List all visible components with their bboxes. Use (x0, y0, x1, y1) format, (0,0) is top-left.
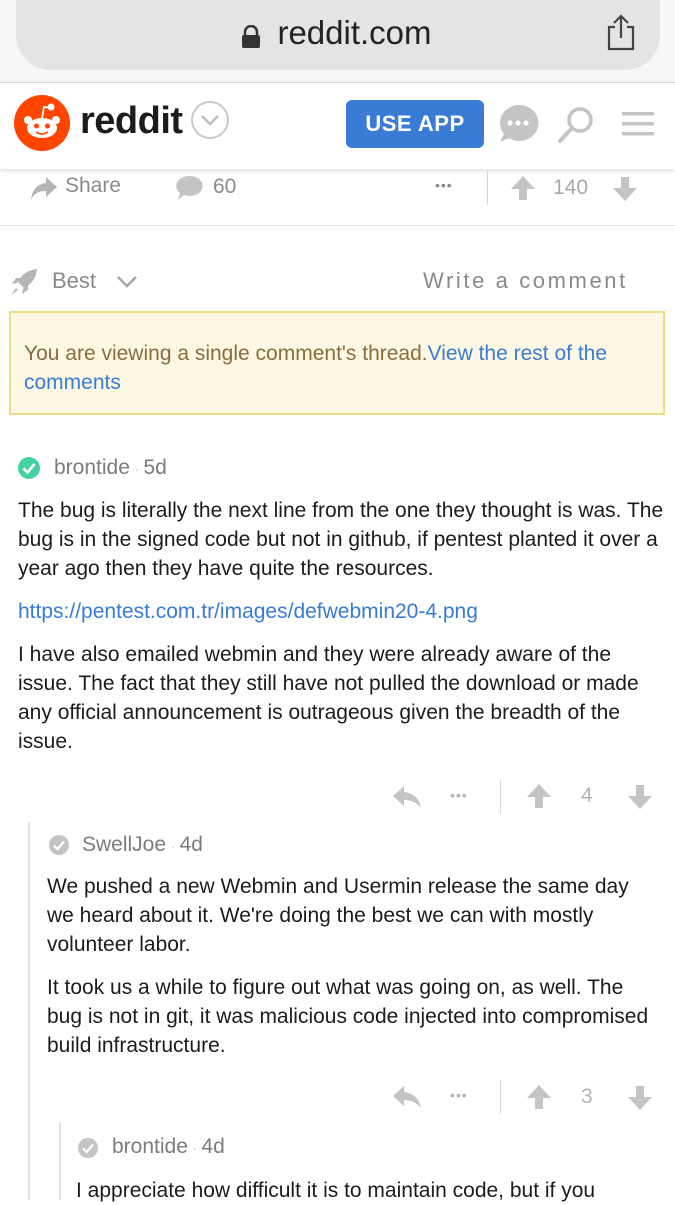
share-button[interactable]: Share (65, 174, 121, 198)
reddit-wordmark[interactable]: reddit (80, 100, 183, 143)
more-options-button[interactable]: ••• (435, 177, 453, 193)
comment-age: 4d (201, 1135, 225, 1158)
reddit-header: reddit USE APP (0, 83, 675, 169)
single-thread-notice: You are viewing a single comment's threa… (9, 311, 665, 415)
reply-icon[interactable] (392, 1084, 422, 1110)
comment-icon[interactable] (175, 174, 205, 202)
comment-link[interactable]: https://pentest.com.tr/images/defwebmin2… (18, 597, 668, 626)
upvote-icon[interactable] (526, 1084, 552, 1110)
divider (500, 1080, 501, 1114)
share-icon[interactable] (604, 14, 638, 52)
chat-icon[interactable] (497, 103, 539, 145)
comment-score: 3 (581, 1085, 593, 1108)
downvote-icon[interactable] (627, 1085, 653, 1111)
write-comment-link[interactable]: Write a comment (423, 268, 628, 294)
divider (500, 780, 501, 814)
downvote-icon[interactable] (627, 784, 653, 810)
comment-paragraph: We pushed a new Webmin and Usermin relea… (47, 875, 629, 956)
post-score: 140 (553, 176, 589, 199)
comment-author[interactable]: brontide (112, 1135, 188, 1158)
upvote-icon[interactable] (510, 175, 536, 201)
menu-icon[interactable] (622, 110, 654, 138)
chevron-down-icon (201, 115, 219, 126)
browser-address-bar-area: reddit.com (0, 0, 675, 83)
chevron-down-icon[interactable] (116, 274, 138, 290)
check-circle-icon (49, 835, 69, 855)
comment-sort-row: Best Write a comment (0, 260, 675, 306)
comment-age: 5d (143, 456, 167, 479)
comment-age: 4d (179, 833, 203, 856)
separator: · (134, 461, 140, 477)
comment-paragraph: I appreciate how difficult it is to main… (76, 1179, 596, 1202)
sort-label[interactable]: Best (52, 268, 96, 294)
thread-line[interactable] (28, 822, 30, 1200)
comment-paragraph: It took us a while to figure out what wa… (47, 976, 649, 1057)
check-circle-icon (78, 1138, 98, 1158)
comment-paragraph: I have also emailed webmin and they were… (18, 643, 639, 753)
reddit-logo-icon[interactable] (14, 95, 70, 151)
use-app-button[interactable]: USE APP (346, 100, 484, 148)
share-arrow-icon[interactable] (30, 175, 58, 201)
search-icon[interactable] (556, 105, 596, 145)
verified-check-icon (18, 457, 40, 479)
upvote-icon[interactable] (526, 783, 552, 809)
reply-icon[interactable] (392, 784, 422, 810)
separator: · (170, 838, 176, 854)
rocket-icon (11, 269, 37, 295)
separator: · (192, 1140, 198, 1156)
post-action-bar: Share 60 ••• 140 (0, 169, 675, 226)
comments-count[interactable]: 60 (213, 175, 236, 199)
notice-text: You are viewing a single comment's threa… (24, 342, 428, 365)
more-options-button[interactable]: ••• (450, 787, 468, 803)
comment-paragraph: The bug is literally the next line from … (18, 499, 664, 580)
url-text[interactable]: reddit.com (0, 14, 675, 52)
comment-author[interactable]: brontide (54, 456, 130, 479)
community-dropdown[interactable] (191, 101, 229, 139)
divider (487, 171, 488, 205)
comment-score: 4 (581, 784, 593, 807)
more-options-button[interactable]: ••• (450, 1087, 468, 1103)
downvote-icon[interactable] (612, 176, 638, 202)
comment-author[interactable]: SwellJoe (82, 833, 166, 856)
thread-line[interactable] (59, 1122, 61, 1200)
